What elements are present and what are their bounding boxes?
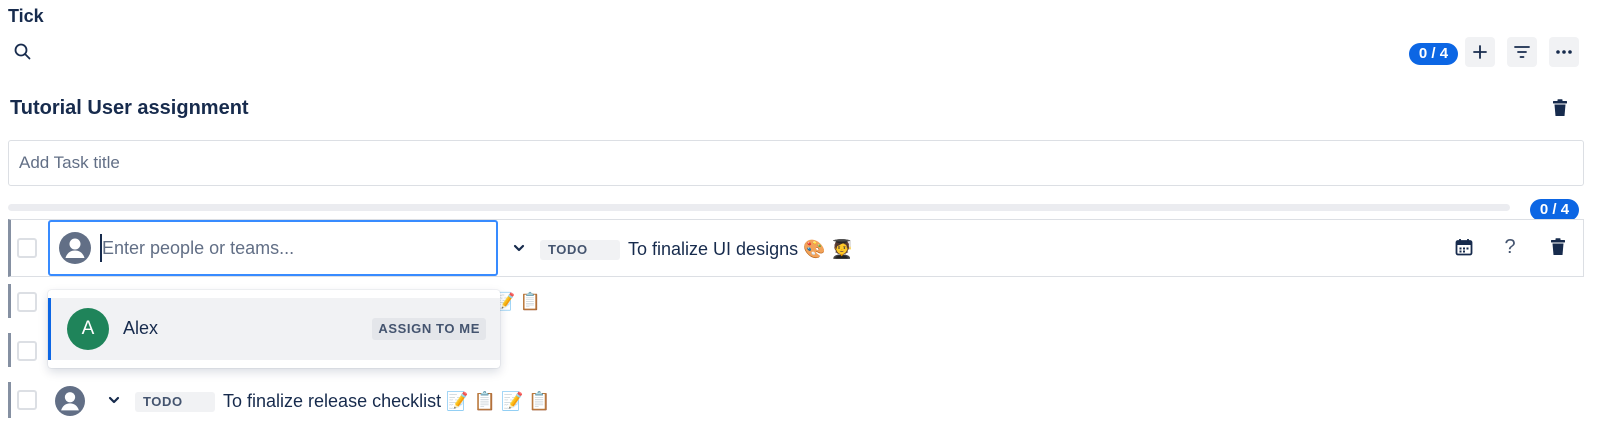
task-title-text: To finalize release checklist	[223, 391, 442, 411]
add-button[interactable]	[1465, 37, 1495, 67]
chevron-down-icon[interactable]	[511, 240, 527, 256]
more-icon	[1555, 49, 1573, 55]
avatar: A	[67, 308, 109, 350]
delete-list-button[interactable]	[1550, 98, 1570, 118]
add-task-title-input[interactable]	[8, 140, 1584, 186]
assignee-name: Alex	[123, 318, 159, 338]
more-button[interactable]	[1549, 37, 1579, 67]
progress-badge: 0 / 4	[1530, 199, 1579, 221]
assignee-picker[interactable]	[48, 220, 498, 276]
task-checkbox[interactable]	[17, 390, 37, 410]
list-title: Tutorial User assignment	[10, 97, 249, 119]
plus-icon	[1473, 45, 1487, 59]
delete-task-button[interactable]	[1548, 237, 1568, 257]
task-checkbox[interactable]	[17, 238, 37, 258]
progress-bar	[8, 204, 1510, 211]
task-checkbox[interactable]	[17, 341, 37, 361]
task-checkbox[interactable]	[17, 292, 37, 312]
task-row-marker	[8, 284, 11, 318]
search-icon[interactable]	[13, 42, 33, 62]
filter-button[interactable]	[1507, 37, 1537, 67]
assignee-dropdown: A Alex ASSIGN TO ME	[48, 290, 500, 368]
trash-icon	[1552, 99, 1568, 117]
calendar-icon[interactable]	[1455, 238, 1473, 256]
help-icon[interactable]: ?	[1500, 236, 1520, 259]
status-badge[interactable]: TODO	[135, 392, 215, 412]
task-title-text: To finalize UI designs	[628, 239, 799, 259]
task-emoji: 🎨 🧑‍🎓	[803, 239, 853, 259]
status-badge[interactable]: TODO	[540, 240, 620, 260]
task-title[interactable]: To finalize UI designs 🎨 🧑‍🎓	[628, 239, 853, 260]
assignee-option[interactable]: A Alex ASSIGN TO ME	[48, 298, 500, 360]
task-emoji: 📝 📋	[494, 292, 542, 311]
task-title[interactable]: To finalize release checklist 📝 📋 📝 📋	[223, 391, 551, 412]
app-title: Tick	[8, 6, 44, 26]
filter-icon	[1514, 45, 1530, 59]
chevron-down-icon[interactable]	[106, 392, 122, 408]
trash-icon	[1550, 238, 1566, 256]
assign-to-me-button[interactable]: ASSIGN TO ME	[372, 318, 486, 340]
task-count-badge: 0 / 4	[1409, 43, 1458, 65]
user-avatar-icon[interactable]	[55, 386, 85, 416]
task-row-marker	[8, 333, 11, 367]
task-row-marker	[8, 382, 11, 418]
user-avatar-icon	[59, 232, 91, 264]
task-emoji: 📝 📋 📝 📋	[446, 391, 551, 411]
assignee-search-input[interactable]	[100, 234, 485, 262]
